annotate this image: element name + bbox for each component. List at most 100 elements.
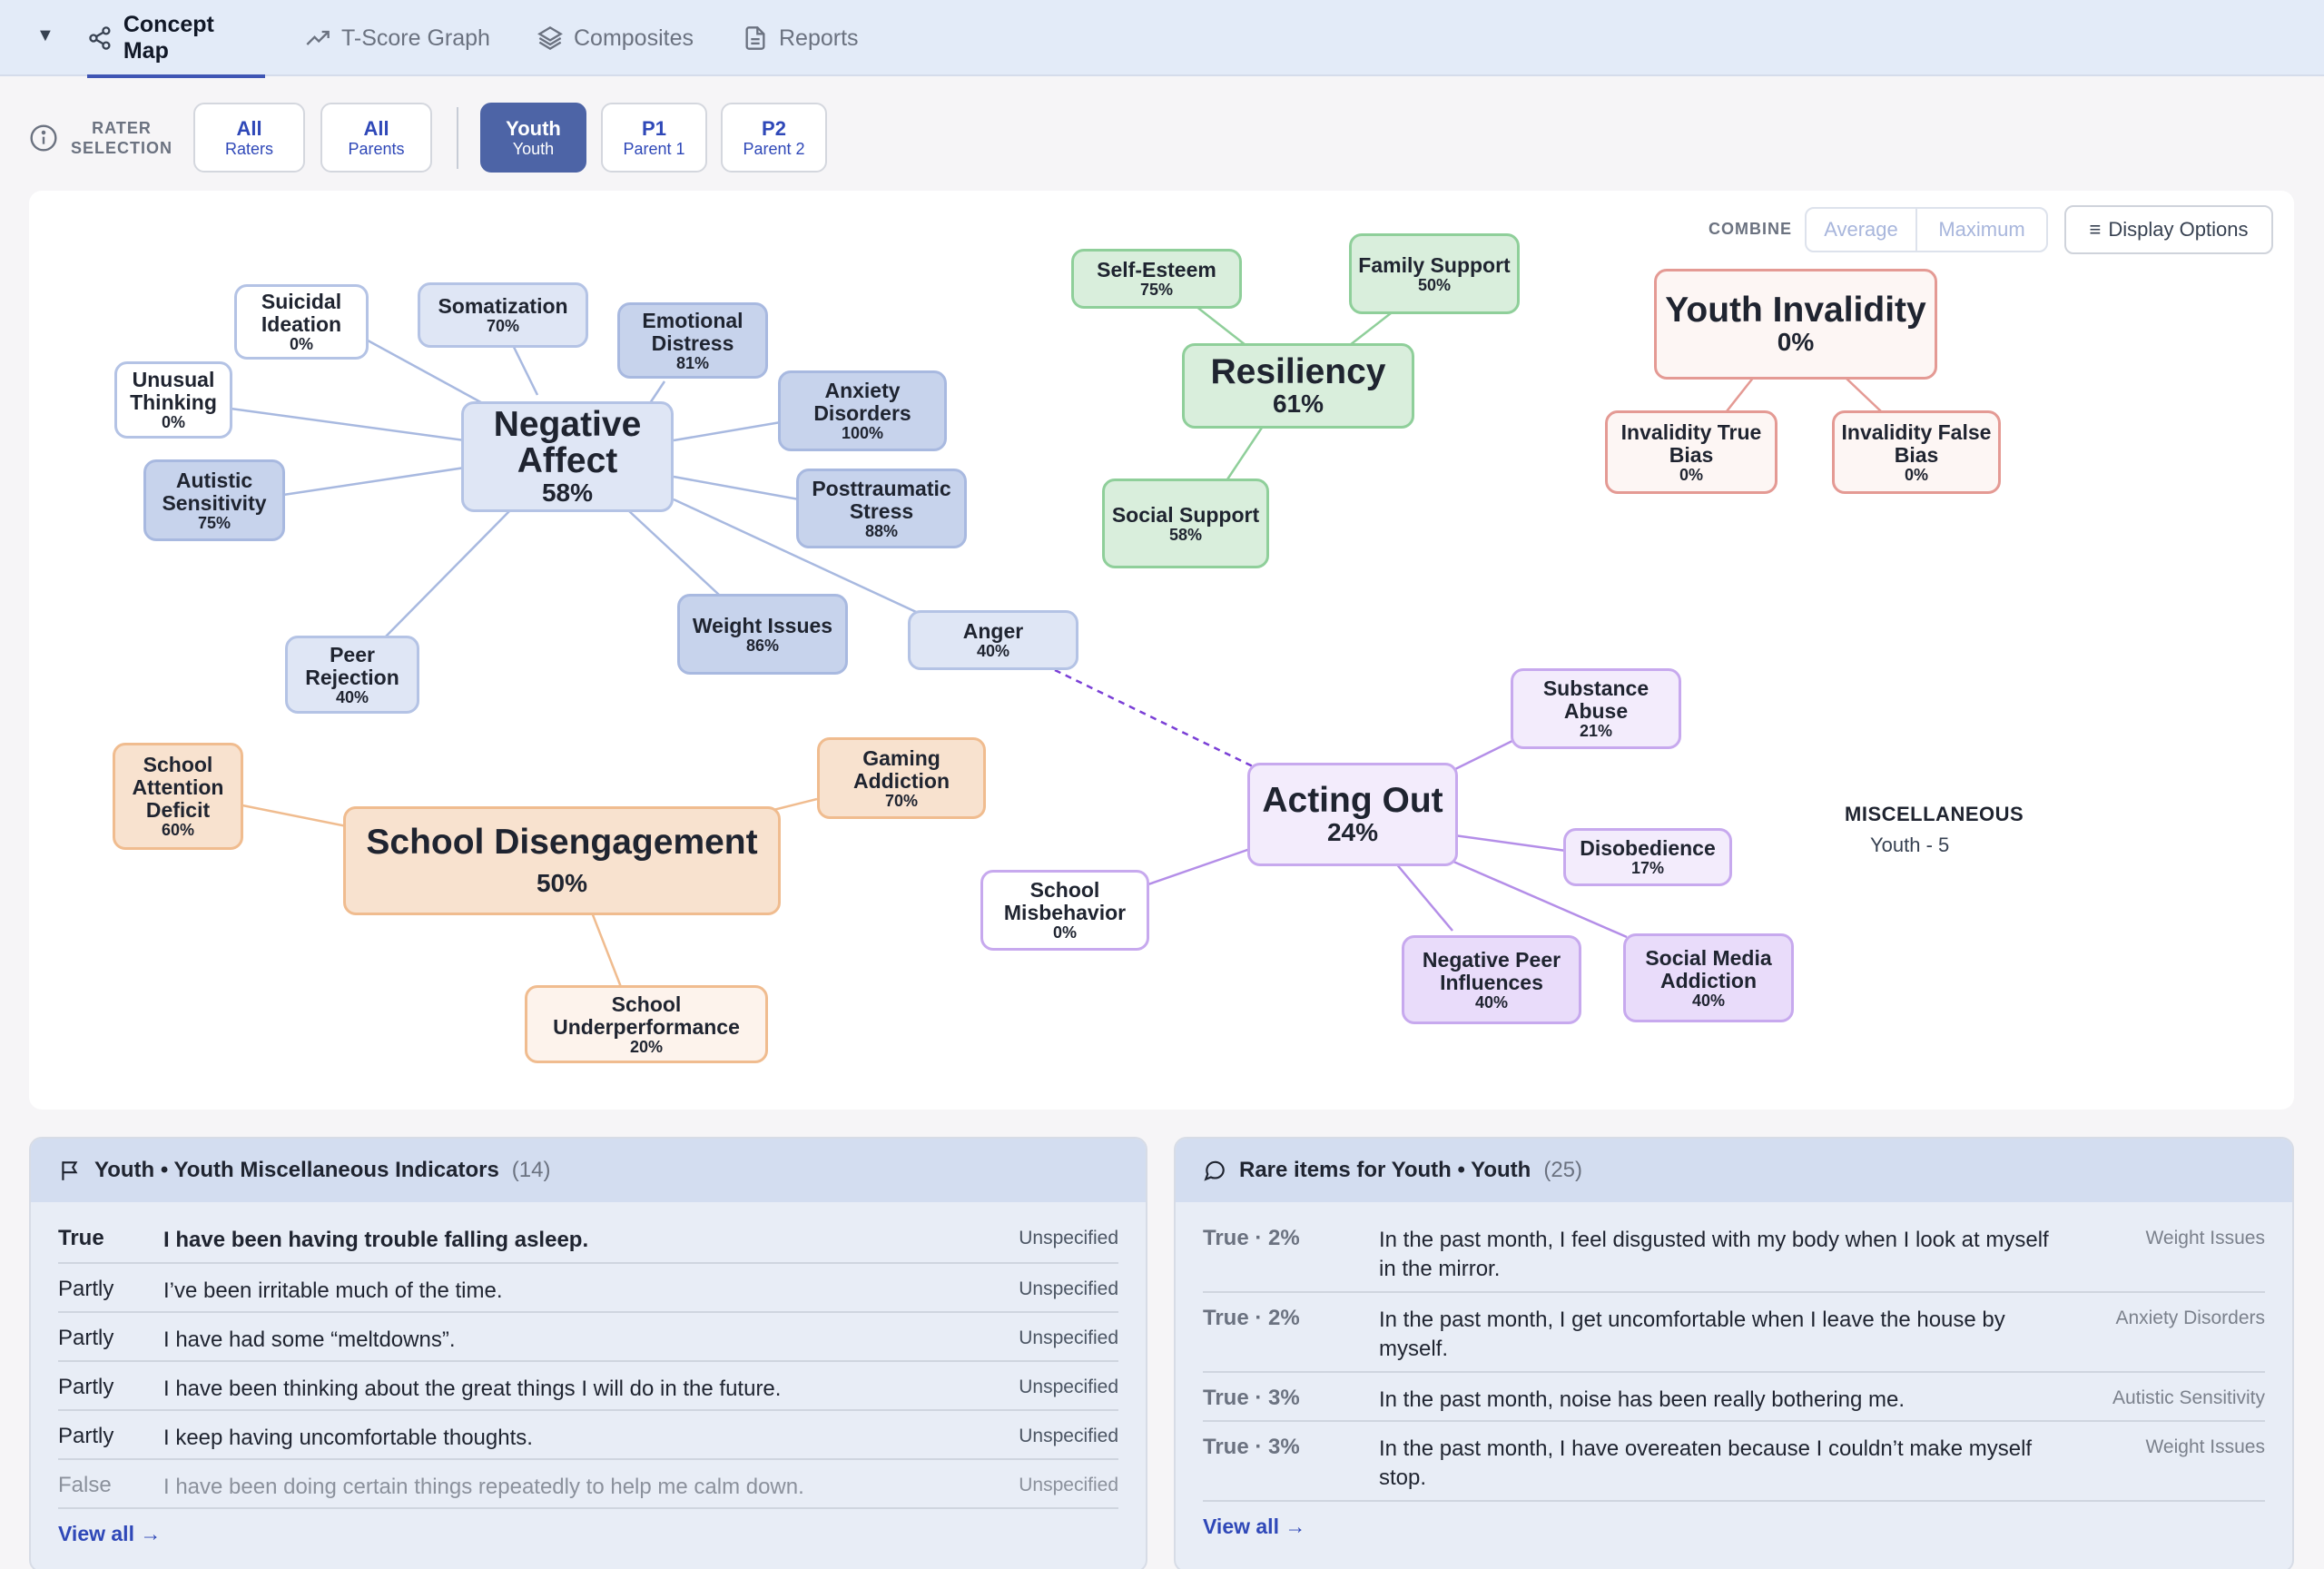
link-resiliency-social-support	[1226, 424, 1265, 480]
node-gaming-addiction[interactable]: Gaming Addiction 70%	[817, 737, 986, 819]
node-name: Acting Out	[1262, 781, 1443, 820]
list-item[interactable]: True · 2% In the past month, I get uncom…	[1203, 1293, 2265, 1373]
node-negative-peer-influences[interactable]: Negative Peer Influences 40%	[1402, 935, 1581, 1024]
item-text: In the past month, I have overeaten beca…	[1379, 1435, 2032, 1493]
item-text: In the past month, noise has been really…	[1379, 1387, 1905, 1412]
node-peer-rejection[interactable]: Peer Rejection 40%	[285, 636, 419, 714]
node-youth-invalidity[interactable]: Youth Invalidity 0%	[1654, 269, 1937, 380]
node-invalidity-false-bias[interactable]: Invalidity False Bias 0%	[1832, 410, 2001, 494]
flag-icon	[62, 1161, 78, 1180]
node-posttraumatic-stress[interactable]: Posttraumatic Stress 88%	[796, 469, 967, 548]
rater-all-raters-button[interactable]: All Raters	[193, 103, 305, 173]
node-social-support[interactable]: Social Support 58%	[1102, 479, 1269, 568]
link-negative-affect-weight	[627, 509, 720, 596]
node-name: Weight Issues	[692, 613, 833, 637]
rater-p1-button[interactable]: P1 Parent 1	[601, 103, 707, 173]
link-negative-affect-ptsd	[673, 475, 800, 501]
node-percent: 61%	[1272, 390, 1324, 418]
rater-button-sub: Raters	[224, 139, 273, 158]
node-percent: 75%	[197, 513, 231, 532]
rater-all-parents-button[interactable]: All Parents	[320, 103, 432, 173]
node-disobedience[interactable]: Disobedience 17%	[1563, 828, 1732, 886]
tab-concept-map[interactable]: Concept Map	[87, 0, 265, 78]
miscellaneous-count[interactable]: Youth - 5	[1870, 834, 1949, 857]
answer: False	[58, 1473, 112, 1497]
item-tag: Weight Issues	[2145, 1228, 2265, 1248]
view-all-link[interactable]: View all →	[58, 1522, 161, 1546]
answer: True · 3%	[1203, 1386, 1300, 1410]
combine-maximum-button[interactable]: Maximum	[1915, 207, 2048, 252]
rater-youth-button[interactable]: Youth Youth	[480, 103, 586, 173]
node-name: Autistic Sensitivity	[162, 468, 267, 515]
list-item[interactable]: True · 2% In the past month, I feel disg…	[1203, 1213, 2265, 1293]
node-somatization[interactable]: Somatization 70%	[418, 282, 588, 348]
combine-average-button[interactable]: Average	[1805, 207, 1917, 252]
node-substance-abuse[interactable]: Substance Abuse 21%	[1511, 668, 1681, 749]
concept-map-canvas: Negative Affect 58% Suicidal Ideation 0%…	[29, 191, 2294, 1110]
collapse-caret-icon[interactable]: ▼	[36, 25, 54, 46]
node-percent: 88%	[864, 521, 899, 540]
node-percent: 17%	[1630, 859, 1665, 877]
answer: True · 2%	[1203, 1226, 1300, 1250]
view-all-link[interactable]: View all →	[1203, 1515, 1305, 1539]
node-school-underperformance[interactable]: School Underperformance 20%	[525, 985, 768, 1063]
node-negative-affect[interactable]: Negative Affect 58%	[461, 401, 674, 512]
rater-selection-label: RATER SELECTION	[71, 118, 172, 158]
item-text: I’ve been irritable much of the time.	[163, 1278, 503, 1303]
node-percent: 100%	[841, 424, 884, 442]
node-invalidity-true-bias[interactable]: Invalidity True Bias 0%	[1605, 410, 1777, 494]
list-item[interactable]: Partly I’ve been irritable much of the t…	[58, 1264, 1118, 1313]
node-social-media-addiction[interactable]: Social Media Addiction 40%	[1623, 933, 1794, 1022]
node-percent: 24%	[1326, 818, 1379, 846]
node-resiliency[interactable]: Resiliency 61%	[1182, 343, 1414, 429]
list-item[interactable]: Partly I keep having uncomfortable thoug…	[58, 1411, 1118, 1460]
rater-button-sub: Parent 1	[623, 139, 685, 158]
item-text: I keep having uncomfortable thoughts.	[163, 1426, 533, 1450]
answer: True · 3%	[1203, 1435, 1300, 1459]
list-item[interactable]: Partly I have been thinking about the gr…	[58, 1362, 1118, 1411]
list-item[interactable]: True · 3% In the past month, I have over…	[1203, 1422, 2265, 1502]
answer: Partly	[58, 1277, 114, 1301]
node-suicidal-ideation[interactable]: Suicidal Ideation 0%	[234, 284, 369, 360]
item-text: I have been thinking about the great thi…	[163, 1377, 782, 1401]
node-anger[interactable]: Anger 40%	[908, 610, 1078, 670]
link-invalidity-false-bias	[1844, 376, 1882, 412]
node-unusual-thinking[interactable]: Unusual Thinking 0%	[114, 361, 232, 439]
node-family-support[interactable]: Family Support 50%	[1349, 233, 1520, 314]
list-item[interactable]: True · 3% In the past month, noise has b…	[1203, 1373, 2265, 1422]
misc-indicators-panel: Youth • Youth Miscellaneous Indicators (…	[29, 1137, 1147, 1569]
tab-t-score-graph[interactable]: T-Score Graph	[305, 0, 490, 76]
node-autistic-sensitivity[interactable]: Autistic Sensitivity 75%	[143, 459, 285, 541]
item-tag: Autistic Sensitivity	[2112, 1387, 2265, 1408]
panel-title: Rare items for Youth • Youth	[1239, 1158, 1531, 1182]
node-self-esteem[interactable]: Self-Esteem 75%	[1071, 249, 1242, 309]
node-percent: 40%	[1691, 991, 1726, 1010]
node-acting-out[interactable]: Acting Out 24%	[1247, 763, 1458, 866]
tab-reports[interactable]: Reports	[743, 0, 859, 76]
node-weight-issues[interactable]: Weight Issues 86%	[677, 594, 848, 675]
list-item[interactable]: Partly I have had some “meltdowns”. Unsp…	[58, 1313, 1118, 1362]
node-school-disengagement[interactable]: School Disengagement 50%	[343, 806, 781, 915]
menu-lines-icon: ≡	[2089, 218, 2102, 241]
list-item[interactable]: True I have been having trouble falling …	[58, 1213, 1118, 1264]
list-item[interactable]: False I have been doing certain things r…	[58, 1460, 1118, 1509]
node-percent: 81%	[675, 353, 710, 372]
node-emotional-distress[interactable]: Emotional Distress 81%	[617, 302, 768, 379]
info-icon[interactable]	[29, 123, 58, 153]
node-school-misbehavior[interactable]: School Misbehavior 0%	[980, 870, 1149, 951]
node-percent: 58%	[541, 479, 594, 507]
link-negative-affect-unusual-thinking	[230, 407, 466, 442]
answer: Partly	[58, 1375, 114, 1399]
node-name: Social Support	[1111, 502, 1260, 527]
rater-p2-button[interactable]: P2 Parent 2	[721, 103, 827, 173]
rater-label-line1: RATER	[92, 119, 152, 137]
node-percent: 70%	[884, 791, 919, 810]
tab-composites[interactable]: Composites	[537, 0, 694, 76]
tab-label: Concept Map	[123, 12, 214, 64]
node-anxiety-disorders[interactable]: Anxiety Disorders 100%	[778, 370, 947, 451]
node-name: Suicidal Ideation	[261, 290, 342, 336]
node-school-attention-deficit[interactable]: School Attention Deficit 60%	[113, 743, 243, 850]
node-percent: 20%	[629, 1037, 664, 1056]
display-options-button[interactable]: ≡ Display Options	[2064, 205, 2273, 254]
answer: True	[58, 1226, 104, 1250]
